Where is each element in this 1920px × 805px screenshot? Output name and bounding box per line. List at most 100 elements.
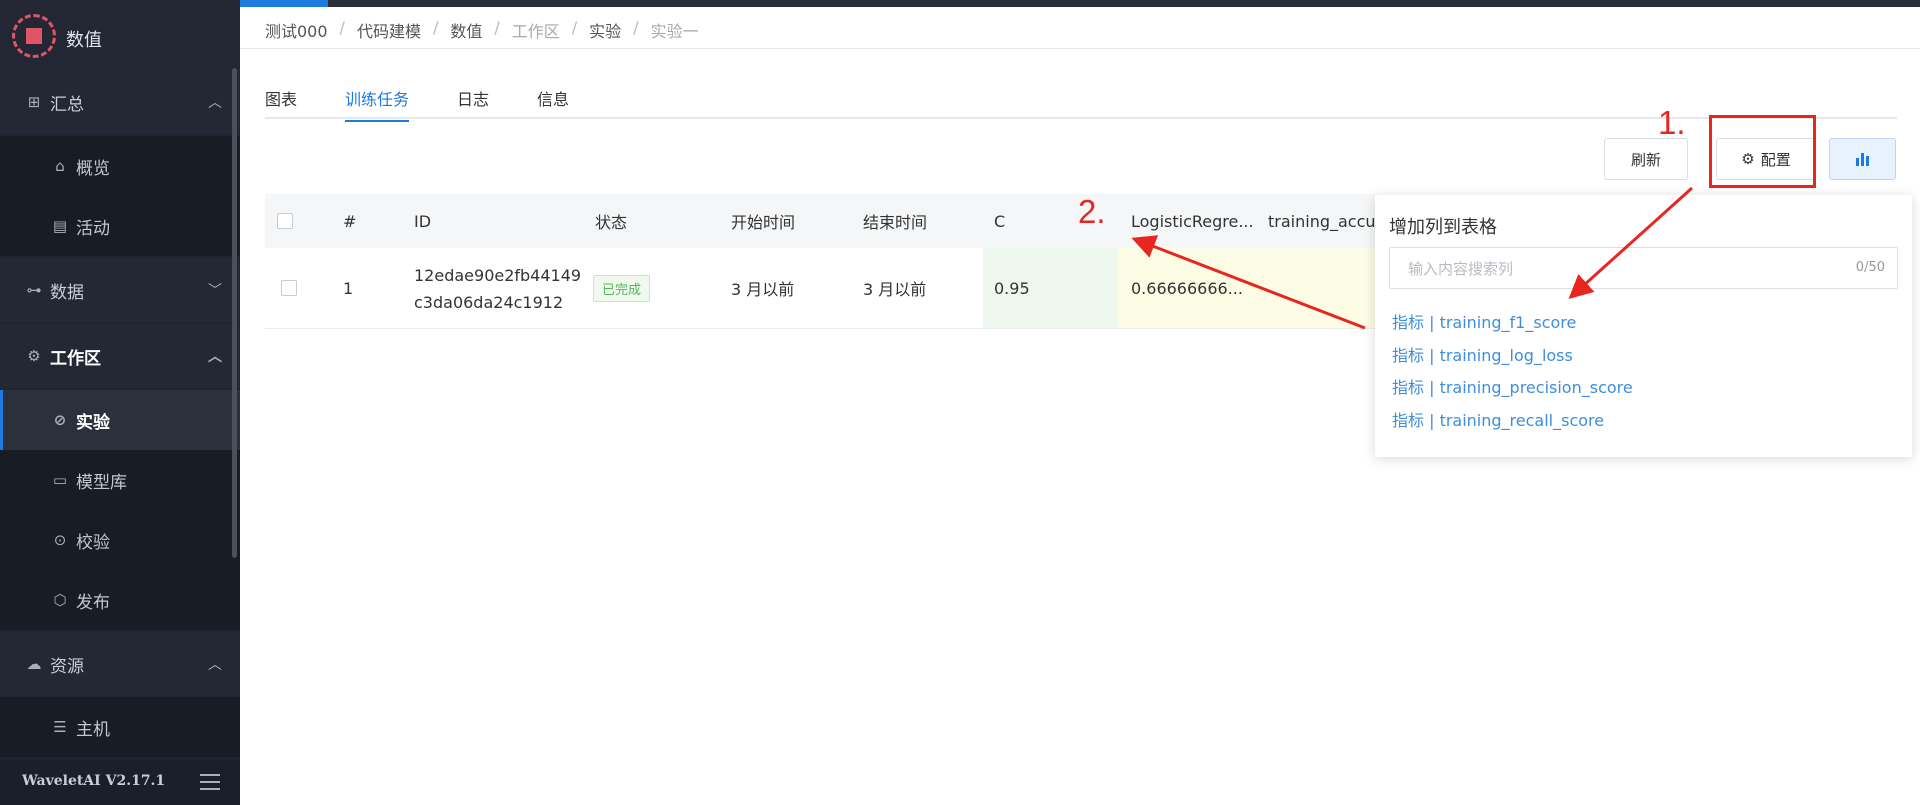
sidebar-scrollbar[interactable] bbox=[232, 68, 237, 558]
card-icon: ▤ bbox=[52, 217, 68, 235]
column-option-precision-score[interactable]: 指标 | training_precision_score bbox=[1392, 372, 1633, 405]
annotation-step-1: 1. bbox=[1658, 104, 1686, 141]
column-option-log-loss[interactable]: 指标 | training_log_loss bbox=[1392, 340, 1633, 373]
chart-view-button[interactable] bbox=[1829, 138, 1896, 180]
row-end-time: 3 月以前 bbox=[863, 280, 927, 299]
version-label: WaveletAI V2.17.1 bbox=[22, 773, 166, 789]
sidebar-group-label: 汇总 bbox=[50, 94, 84, 115]
column-header-end-time[interactable]: 结束时间 bbox=[863, 194, 927, 248]
table-row[interactable]: 1 12edae90e2fb44149 c3da06da24c1912 已完成 … bbox=[265, 248, 1375, 329]
breadcrumb-separator: / bbox=[494, 18, 500, 37]
column-search-input[interactable] bbox=[1390, 248, 1810, 290]
breadcrumb-item[interactable]: 代码建模 bbox=[357, 18, 421, 42]
column-header-training-accuracy[interactable]: training_accu... bbox=[1268, 194, 1391, 248]
breadcrumb-current: 实验一 bbox=[650, 22, 699, 41]
sidebar-item-label: 模型库 bbox=[76, 472, 127, 493]
server-icon: ☰ bbox=[53, 718, 67, 736]
sidebar-item-label: 概览 bbox=[76, 158, 110, 179]
top-bar-accent bbox=[240, 0, 328, 7]
sidebar-item-host[interactable]: ☰ 主机 bbox=[0, 697, 240, 757]
chevron-up-icon: ︿ bbox=[208, 657, 222, 673]
table-header: # ID 状态 开始时间 结束时间 C LogisticRegre... tra… bbox=[265, 194, 1391, 248]
sidebar-group-label: 工作区 bbox=[50, 348, 101, 369]
refresh-label: 刷新 bbox=[1630, 150, 1661, 169]
sidebar-item-model-library[interactable]: ▭ 模型库 bbox=[0, 450, 240, 510]
row-checkbox[interactable] bbox=[281, 248, 297, 328]
cloud-icon: ☁ bbox=[26, 655, 42, 673]
sidebar-item-label: 实验 bbox=[76, 412, 110, 433]
sitemap-icon: ⊶ bbox=[26, 281, 42, 299]
sidebar-item-experiment[interactable]: ⊘ 实验 bbox=[0, 390, 240, 450]
column-header-id[interactable]: ID bbox=[414, 194, 431, 248]
row-logistic-value: 0.66666666... bbox=[1131, 278, 1243, 298]
breadcrumb: 测试000 / 代码建模 / 数值 / 工作区 / 实验 / 实验一 bbox=[265, 18, 699, 42]
sidebar-group-summary[interactable]: ⊞ 汇总 ︿ bbox=[0, 70, 240, 134]
sidebar: 数值 ⊞ 汇总 ︿ ⌂ 概览 ▤ 活动 ⊶ 数据 ﹀ ⚙ 工作区 ︿ ⊘ 实验 … bbox=[0, 0, 240, 805]
grid-icon: ⊞ bbox=[27, 93, 41, 111]
divider bbox=[240, 48, 1920, 49]
column-search-field[interactable]: 0/50 bbox=[1389, 247, 1898, 290]
top-bar bbox=[0, 0, 1920, 7]
sidebar-item-label: 发布 bbox=[76, 592, 110, 613]
row-id-line: c3da06da24c1912 bbox=[414, 293, 564, 312]
row-start-time: 3 月以前 bbox=[731, 280, 795, 299]
add-column-panel: 增加列到表格 0/50 指标 | training_f1_score 指标 | … bbox=[1375, 195, 1912, 457]
row-c-value: 0.95 bbox=[994, 278, 1030, 298]
column-option-recall-score[interactable]: 指标 | training_recall_score bbox=[1392, 405, 1633, 438]
column-header-start-time[interactable]: 开始时间 bbox=[731, 194, 795, 248]
sidebar-item-label: 活动 bbox=[76, 218, 110, 239]
chevron-down-icon: ﹀ bbox=[208, 283, 222, 299]
app-name: 数值 bbox=[66, 30, 102, 51]
breadcrumb-item[interactable]: 实验 bbox=[589, 18, 621, 42]
status-cell: 已完成 bbox=[593, 248, 651, 328]
sidebar-item-activity[interactable]: ▤ 活动 bbox=[0, 196, 240, 256]
chevron-up-icon: ︿ bbox=[208, 349, 222, 365]
column-option-f1-score[interactable]: 指标 | training_f1_score bbox=[1392, 307, 1633, 340]
status-badge: 已完成 bbox=[593, 274, 651, 302]
sidebar-footer: WaveletAI V2.17.1 bbox=[0, 760, 240, 805]
row-id-line: 12edae90e2fb44149 bbox=[414, 266, 582, 285]
breadcrumb-item[interactable]: 测试000 bbox=[265, 18, 328, 42]
sidebar-item-publish[interactable]: ⬡ 发布 bbox=[0, 570, 240, 630]
experiment-icon: ⊘ bbox=[53, 411, 67, 429]
breadcrumb-separator: / bbox=[339, 18, 345, 37]
row-id[interactable]: 12edae90e2fb44149 c3da06da24c1912 bbox=[414, 248, 581, 342]
sidebar-group-resources[interactable]: ☁ 资源 ︿ bbox=[0, 632, 240, 696]
column-header-status[interactable]: 状态 bbox=[595, 194, 627, 248]
sidebar-group-label: 数据 bbox=[50, 282, 84, 303]
column-option-list: 指标 | training_f1_score 指标 | training_log… bbox=[1392, 307, 1633, 437]
sidebar-group-workspace[interactable]: ⚙ 工作区 ︿ bbox=[0, 324, 240, 388]
sidebar-item-overview[interactable]: ⌂ 概览 bbox=[0, 136, 240, 196]
sidebar-item-label: 校验 bbox=[76, 532, 110, 553]
box-icon: ⬡ bbox=[53, 591, 67, 609]
select-all-checkbox[interactable] bbox=[277, 194, 293, 248]
column-header-index: # bbox=[343, 211, 357, 231]
home-icon: ⌂ bbox=[55, 157, 65, 175]
sidebar-header: 数值 bbox=[0, 0, 240, 75]
breadcrumb-item[interactable]: 数值 bbox=[450, 18, 482, 42]
bar-chart-icon bbox=[1855, 152, 1870, 166]
sidebar-group-data[interactable]: ⊶ 数据 ﹀ bbox=[0, 258, 240, 322]
sidebar-item-label: 主机 bbox=[76, 719, 110, 740]
scan-icon: ⊙ bbox=[53, 531, 67, 549]
column-header-c[interactable]: C bbox=[994, 194, 1005, 248]
column-header-logistic[interactable]: LogisticRegre... bbox=[1131, 194, 1254, 248]
breadcrumb-separator: / bbox=[633, 18, 639, 37]
panel-title: 增加列到表格 bbox=[1389, 217, 1497, 238]
tabs-divider bbox=[265, 117, 1897, 119]
logo-icon[interactable] bbox=[12, 14, 56, 58]
row-index: 1 bbox=[343, 278, 354, 298]
chip-icon: ⚙ bbox=[27, 347, 41, 365]
sidebar-item-validation[interactable]: ⊙ 校验 bbox=[0, 510, 240, 570]
collapse-menu-icon[interactable] bbox=[200, 774, 220, 790]
refresh-button[interactable]: 刷新 bbox=[1604, 138, 1688, 180]
breadcrumb-separator: / bbox=[571, 18, 578, 37]
chevron-up-icon: ︿ bbox=[208, 95, 222, 111]
breadcrumb-item: 工作区 bbox=[511, 22, 560, 41]
annotation-highlight-box bbox=[1709, 115, 1816, 188]
annotation-step-2: 2. bbox=[1078, 193, 1106, 230]
search-count: 0/50 bbox=[1855, 260, 1885, 275]
model-icon: ▭ bbox=[52, 471, 68, 489]
breadcrumb-separator: / bbox=[432, 18, 439, 37]
sidebar-group-label: 资源 bbox=[50, 656, 84, 677]
